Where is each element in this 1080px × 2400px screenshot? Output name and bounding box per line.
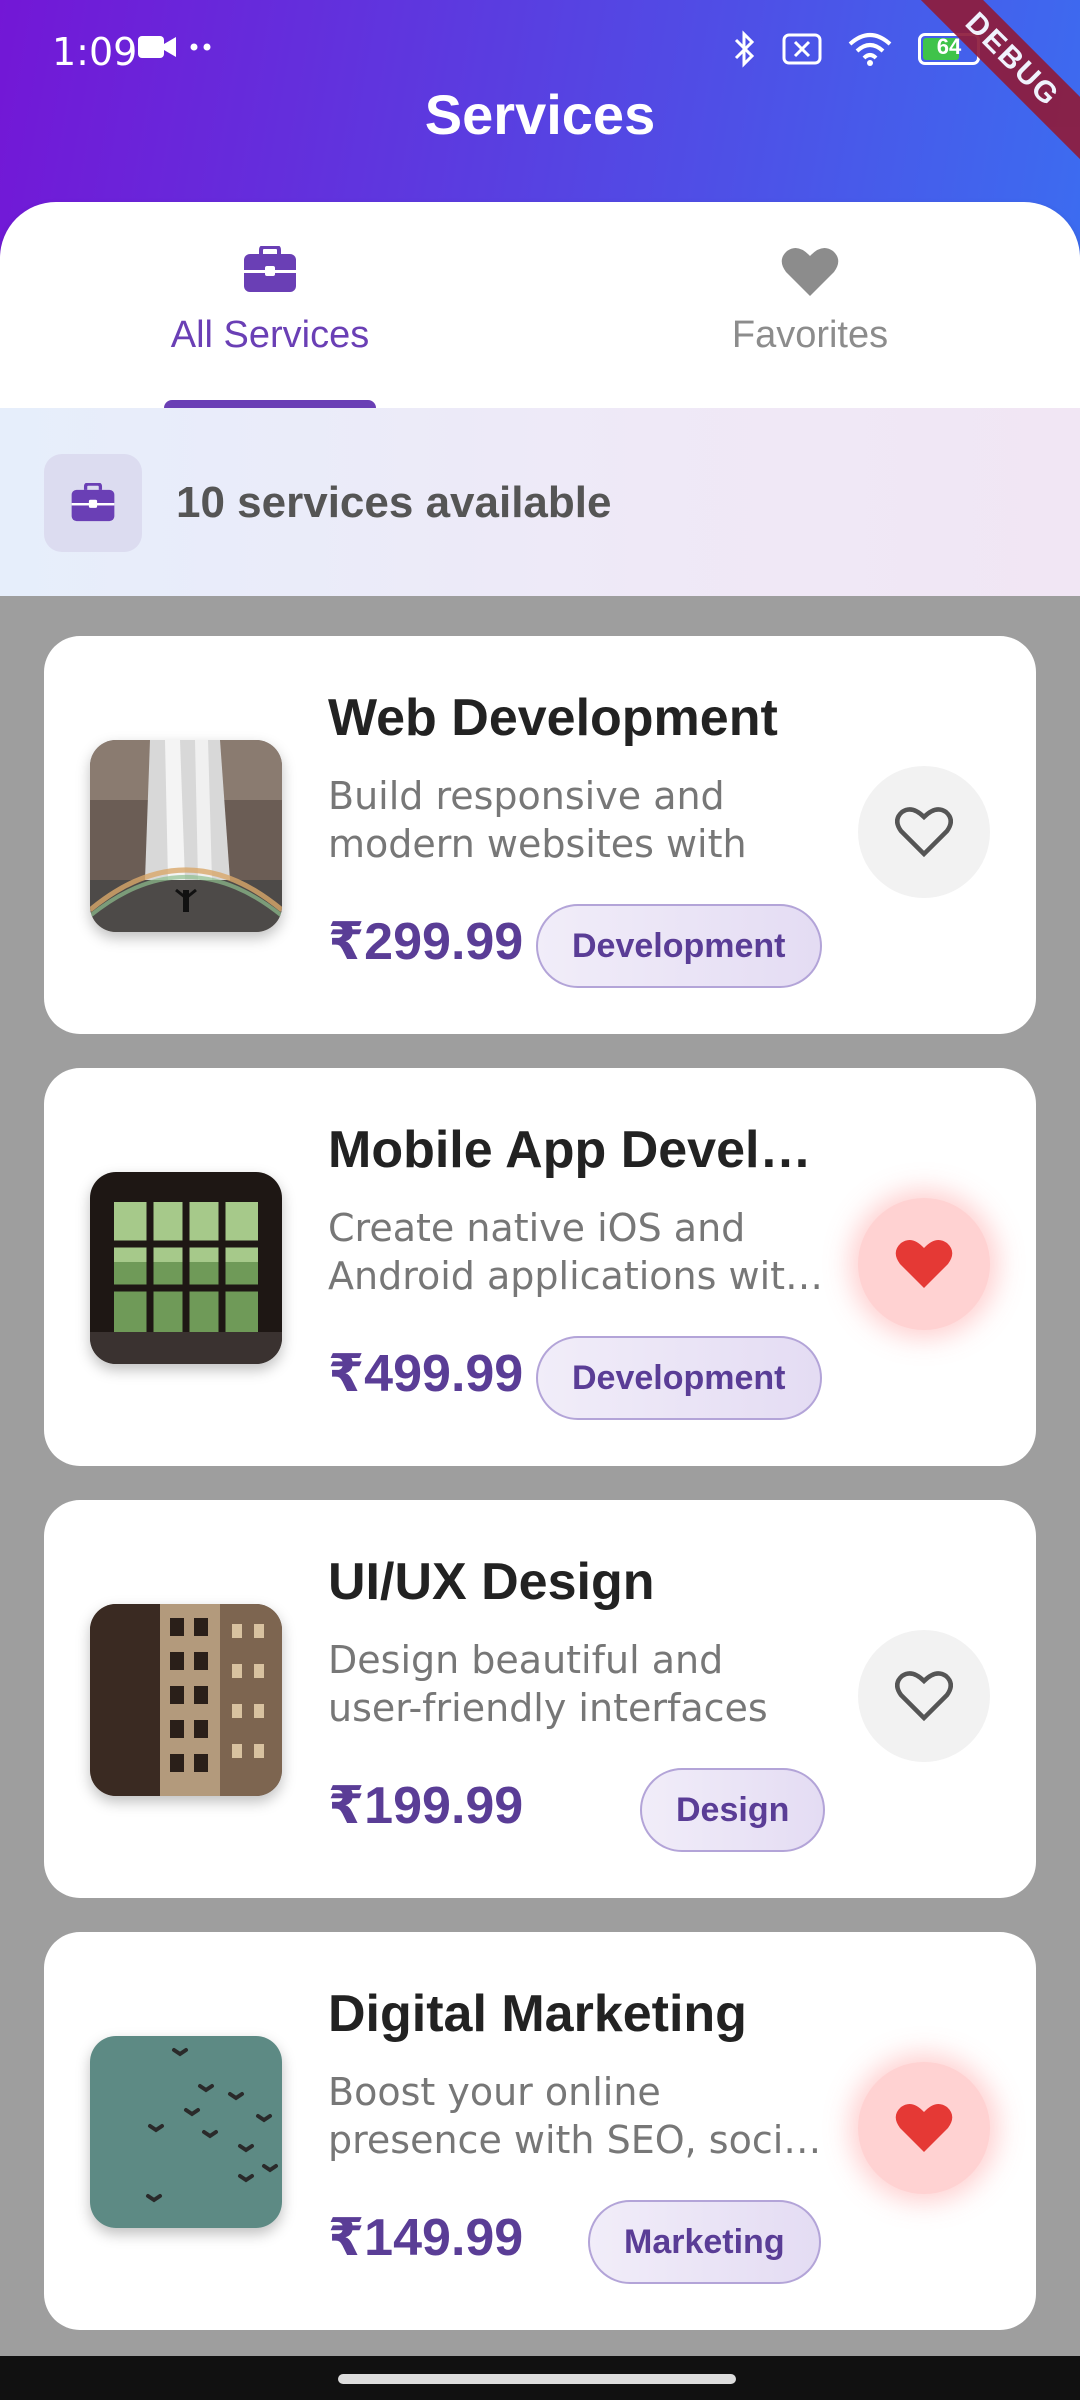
category-badge[interactable]: Development	[536, 904, 822, 988]
service-price: ₹149.99	[328, 2209, 524, 2267]
tab-all-services[interactable]: All Services	[0, 202, 540, 408]
service-card[interactable]: Digital Marketing Boost your online pres…	[44, 1932, 1036, 2330]
service-price: ₹299.99	[328, 913, 524, 971]
service-card[interactable]: Mobile App Devel… Create native iOS and …	[44, 1068, 1036, 1466]
page-title: Services	[424, 83, 656, 146]
tab-favorites[interactable]: Favorites	[540, 202, 1080, 408]
no-sim-icon	[782, 33, 822, 65]
service-description: Create native iOS and Android applicatio…	[328, 1206, 824, 1298]
service-title: Digital Marketing	[328, 1985, 747, 2043]
service-price: ₹199.99	[328, 1777, 524, 1835]
more-dots-icon	[190, 43, 211, 51]
wifi-icon	[848, 33, 892, 66]
heart-filled-icon	[895, 2103, 953, 2152]
birds-sky-image	[90, 2036, 282, 2228]
service-price: ₹499.99	[328, 1345, 524, 1403]
service-title: Mobile App Devel…	[328, 1121, 812, 1179]
waterfall-image	[90, 740, 282, 932]
tab-indicator	[164, 400, 376, 408]
info-banner: 10 services available	[0, 408, 1080, 596]
briefcase-icon	[71, 483, 115, 522]
home-indicator[interactable]	[338, 2374, 736, 2384]
service-description: Design beautiful and user-friendly inter…	[328, 1638, 768, 1730]
building-image	[90, 1604, 282, 1796]
favorite-button[interactable]	[858, 1630, 990, 1762]
heart-icon	[781, 247, 839, 296]
category-badge[interactable]: Design	[640, 1768, 826, 1852]
video-camera-icon	[138, 36, 176, 58]
service-title: UI/UX Design	[328, 1553, 655, 1611]
favorite-button[interactable]	[858, 766, 990, 898]
heart-outline-icon	[895, 807, 953, 858]
tab-favorites-label: Favorites	[731, 314, 889, 356]
window-forest-image	[90, 1172, 282, 1364]
tab-all-services-label: All Services	[170, 314, 370, 356]
service-card[interactable]: Web Development Build responsive and mod…	[44, 636, 1036, 1034]
bluetooth-icon	[734, 30, 755, 68]
category-badge[interactable]: Development	[536, 1336, 822, 1420]
service-title: Web Development	[328, 689, 778, 747]
service-card[interactable]: UI/UX Design Design beautiful and user-f…	[44, 1500, 1036, 1898]
service-description: Boost your online presence with SEO, soc…	[328, 2070, 822, 2162]
service-description: Build responsive and modern websites wit…	[328, 774, 747, 866]
tab-bar: All Services Favorites	[0, 202, 1080, 408]
status-time: 1:09	[52, 30, 138, 74]
briefcase-icon	[244, 246, 296, 292]
heart-filled-icon	[895, 1239, 953, 1288]
heart-outline-icon	[895, 1671, 953, 1722]
category-badge[interactable]: Marketing	[588, 2200, 821, 2284]
services-count-text: 10 services available	[176, 478, 612, 527]
favorite-button[interactable]	[858, 2062, 990, 2194]
info-icon-box	[44, 454, 142, 552]
favorite-button[interactable]	[858, 1198, 990, 1330]
